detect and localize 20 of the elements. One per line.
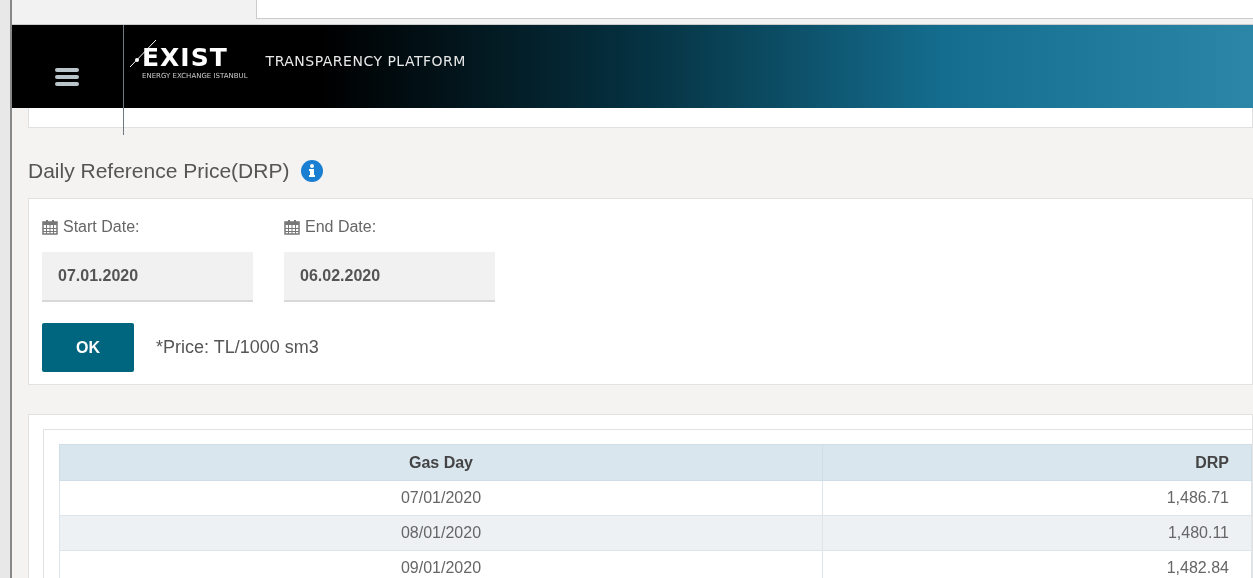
menu-icon[interactable]: [55, 66, 79, 87]
field-label: End Date:: [305, 218, 377, 236]
table-cell: 08/01/2020: [59, 515, 823, 551]
date-field[interactable]: 06.02.2020: [284, 252, 495, 302]
calendar-icon: [284, 219, 300, 235]
column-header[interactable]: Gas Day: [59, 444, 823, 481]
page-title: Daily Reference Price(DRP): [28, 159, 290, 183]
platform-title: TRANSPARENCY PLATFORM: [265, 52, 466, 69]
column-header[interactable]: DRP: [822, 444, 1252, 481]
field-label: Start Date:: [63, 218, 140, 236]
table-cell: 07/01/2020: [59, 480, 823, 516]
table-cell: 09/01/2020: [59, 550, 823, 578]
ok-button[interactable]: OK: [42, 323, 134, 372]
date-field[interactable]: 07.01.2020: [42, 252, 253, 302]
info-icon[interactable]: [301, 160, 324, 182]
logo-text[interactable]: EXIST: [142, 44, 248, 72]
price-note: *Price: TL/1000 sm3: [156, 337, 319, 358]
table-cell: 1,480.11: [822, 515, 1252, 551]
table-cell: 1,486.71: [822, 480, 1252, 516]
calendar-icon: [42, 219, 58, 235]
